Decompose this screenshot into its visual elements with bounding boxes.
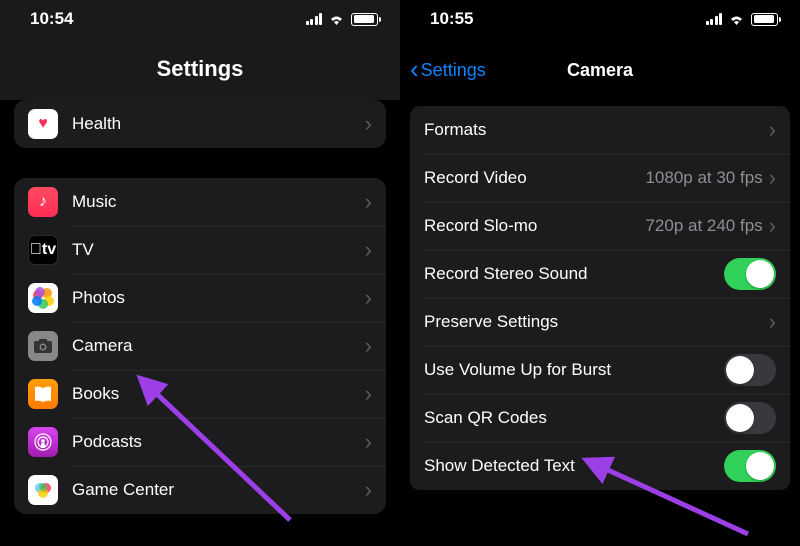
books-icon	[28, 379, 58, 409]
toggle-volume-burst[interactable]	[724, 354, 776, 386]
row-label: Formats	[424, 120, 769, 140]
row-label: Photos	[72, 288, 365, 308]
row-show-detected-text: Show Detected Text	[410, 442, 790, 490]
status-bar: 10:54	[0, 0, 400, 38]
row-camera[interactable]: Camera ›	[14, 322, 386, 370]
row-label: Record Video	[424, 168, 645, 188]
camera-icon	[28, 331, 58, 361]
tv-icon: tv	[28, 235, 58, 265]
row-label: Use Volume Up for Burst	[424, 360, 724, 380]
battery-icon	[351, 13, 378, 26]
row-value: 1080p at 30 fps	[645, 168, 762, 188]
gamecenter-icon	[28, 475, 58, 505]
row-tv[interactable]: tv TV ›	[14, 226, 386, 274]
toggle-scan-qr[interactable]	[724, 402, 776, 434]
row-label: Camera	[72, 336, 365, 356]
back-label: Settings	[421, 60, 486, 81]
row-label: Music	[72, 192, 365, 212]
chevron-right-icon: ›	[365, 189, 372, 215]
chevron-left-icon: ‹	[410, 56, 419, 82]
chevron-right-icon: ›	[365, 381, 372, 407]
chevron-right-icon: ›	[365, 477, 372, 503]
row-label: TV	[72, 240, 365, 260]
row-preserve-settings[interactable]: Preserve Settings ›	[410, 298, 790, 346]
chevron-right-icon: ›	[365, 111, 372, 137]
photos-icon	[28, 283, 58, 313]
camera-settings-screen: 10:55 ‹ Settings Camera Formats › Record…	[400, 0, 800, 546]
battery-icon	[751, 13, 778, 26]
row-label: Preserve Settings	[424, 312, 769, 332]
status-icons	[706, 13, 779, 26]
row-record-video[interactable]: Record Video 1080p at 30 fps ›	[410, 154, 790, 202]
chevron-right-icon: ›	[769, 213, 776, 239]
toggle-show-detected-text[interactable]	[724, 450, 776, 482]
settings-screen: 10:54 Settings ♥ Health › ♪ Music › tv …	[0, 0, 400, 546]
nav-bar: ‹ Settings Camera	[400, 48, 800, 92]
chevron-right-icon: ›	[769, 165, 776, 191]
row-stereo-sound: Record Stereo Sound	[410, 250, 790, 298]
wifi-icon	[728, 13, 745, 26]
toggle-stereo-sound[interactable]	[724, 258, 776, 290]
chevron-right-icon: ›	[365, 333, 372, 359]
wifi-icon	[328, 13, 345, 26]
clock: 10:54	[30, 9, 73, 29]
chevron-right-icon: ›	[365, 285, 372, 311]
row-health[interactable]: ♥ Health ›	[14, 100, 386, 148]
podcasts-icon	[28, 427, 58, 457]
row-label: Record Stereo Sound	[424, 264, 724, 284]
back-button[interactable]: ‹ Settings	[410, 59, 486, 82]
row-music[interactable]: ♪ Music ›	[14, 178, 386, 226]
chevron-right-icon: ›	[769, 309, 776, 335]
health-icon: ♥	[28, 109, 58, 139]
music-icon: ♪	[28, 187, 58, 217]
row-value: 720p at 240 fps	[645, 216, 762, 236]
camera-settings-group: Formats › Record Video 1080p at 30 fps ›…	[410, 106, 790, 490]
settings-group-media: ♪ Music › tv TV › Photos ›	[14, 178, 386, 514]
row-label: Scan QR Codes	[424, 408, 724, 428]
row-label: Show Detected Text	[424, 456, 724, 476]
row-photos[interactable]: Photos ›	[14, 274, 386, 322]
settings-group-health: ♥ Health ›	[14, 100, 386, 148]
clock: 10:55	[430, 9, 473, 29]
row-gamecenter[interactable]: Game Center ›	[14, 466, 386, 514]
status-bar: 10:55	[400, 0, 800, 38]
row-formats[interactable]: Formats ›	[410, 106, 790, 154]
cellular-icon	[306, 13, 323, 25]
row-label: Health	[72, 114, 365, 134]
row-volume-burst: Use Volume Up for Burst	[410, 346, 790, 394]
row-label: Game Center	[72, 480, 365, 500]
page-title: Settings	[0, 38, 400, 100]
row-label: Record Slo-mo	[424, 216, 645, 236]
status-icons	[306, 13, 379, 26]
chevron-right-icon: ›	[769, 117, 776, 143]
row-record-slomo[interactable]: Record Slo-mo 720p at 240 fps ›	[410, 202, 790, 250]
row-label: Books	[72, 384, 365, 404]
row-label: Podcasts	[72, 432, 365, 452]
chevron-right-icon: ›	[365, 429, 372, 455]
row-scan-qr: Scan QR Codes	[410, 394, 790, 442]
cellular-icon	[706, 13, 723, 25]
chevron-right-icon: ›	[365, 237, 372, 263]
row-books[interactable]: Books ›	[14, 370, 386, 418]
row-podcasts[interactable]: Podcasts ›	[14, 418, 386, 466]
